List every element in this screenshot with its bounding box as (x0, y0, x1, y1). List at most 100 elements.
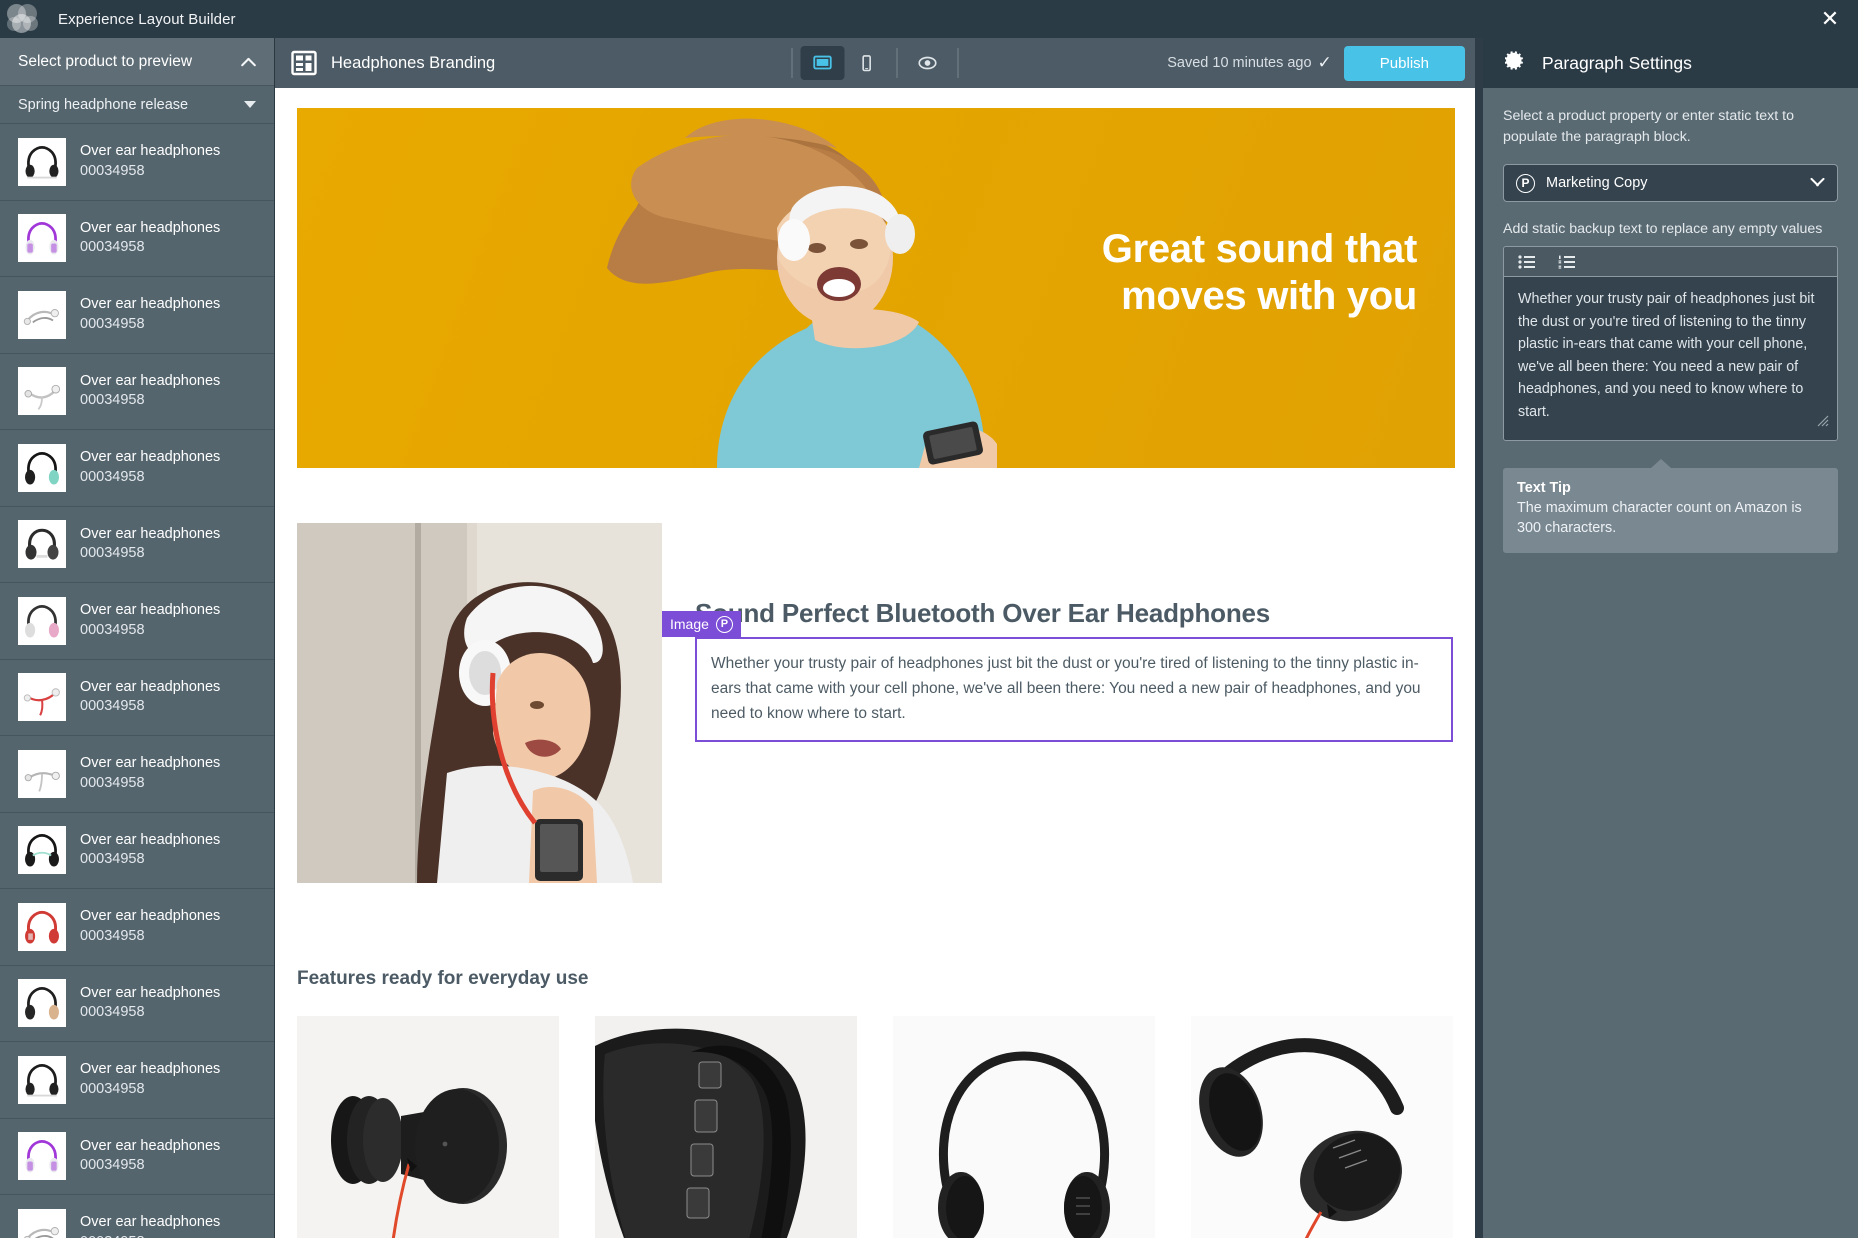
textarea-resize-handle[interactable] (1817, 414, 1829, 426)
text-tip-title: Text Tip (1517, 479, 1571, 496)
product-list-item[interactable]: Over ear headphones 00034958 (0, 736, 274, 813)
bulleted-list-icon[interactable] (1518, 254, 1536, 269)
product-list-item[interactable]: Over ear headphones 00034958 (0, 889, 274, 966)
panel-title: Paragraph Settings (1542, 52, 1692, 73)
product-sku: 00034958 (80, 1233, 220, 1238)
product-property-value: Marketing Copy (1546, 175, 1648, 192)
product-thumbnail-over-ear-tan (18, 979, 66, 1028)
product-text: Over ear headphones 00034958 (80, 831, 220, 870)
product-thumbnail-earbuds-grey (18, 749, 66, 798)
product-sku: 00034958 (80, 927, 145, 944)
hero-headline-line2: moves with you (1121, 274, 1417, 319)
mid-section: Sound Perfect Bluetooth Over Ear Headpho… (297, 523, 1453, 883)
product-list-item[interactable]: Over ear headphones 00034958 (0, 430, 274, 507)
product-list-item[interactable]: Over ear headphones 00034958 (0, 583, 274, 660)
feature-image-1[interactable] (297, 1016, 559, 1238)
desktop-icon[interactable] (800, 46, 845, 80)
select-product-to-preview-header[interactable]: Select product to preview (0, 38, 274, 86)
sidebar-header-label: Select product to preview (18, 52, 193, 70)
divider (957, 48, 959, 78)
product-thumbnail-earbuds-white (18, 1208, 66, 1238)
check-icon: ✓ (1317, 53, 1332, 72)
text-tip-tooltip: Text Tip The maximum character count on … (1503, 458, 1838, 554)
product-name: Over ear headphones (80, 755, 221, 772)
mid-section-image[interactable] (297, 523, 662, 883)
product-name: Over ear headphones (80, 602, 221, 619)
product-sku: 00034958 (80, 851, 145, 868)
features-heading: Features ready for everyday use (297, 968, 589, 989)
product-list-item[interactable]: Over ear headphones 00034958 (0, 201, 274, 277)
close-icon[interactable]: ✕ (1802, 0, 1858, 38)
selected-paragraph-block[interactable]: Whether your trusty pair of headphones j… (695, 637, 1453, 743)
product-list-item[interactable]: Over ear headphones 00034958 (0, 1042, 274, 1119)
product-list-item[interactable]: Over ear headphones 00034958 (0, 1195, 274, 1238)
panel-header: Paragraph Settings (1483, 38, 1858, 88)
product-sku: 00034958 (80, 1080, 145, 1097)
chevron-down-icon (1809, 178, 1825, 188)
product-text: Over ear headphones 00034958 (80, 372, 220, 411)
product-thumbnail-over-ear-teal (18, 443, 66, 492)
product-list-item[interactable]: Over ear headphones 00034958 (0, 124, 274, 201)
backup-text-textarea[interactable]: Whether your trusty pair of headphones j… (1504, 277, 1837, 440)
product-thumbnail-over-ear-purple (18, 214, 66, 263)
gear-icon (1504, 50, 1526, 76)
flower-logo-icon (0, 0, 48, 38)
viewport-toggle-group (784, 38, 967, 88)
product-list-item[interactable]: Over ear headphones 00034958 (0, 354, 274, 430)
features-image-row (297, 1016, 1453, 1238)
product-list-item[interactable]: Over ear headphones 00034958 (0, 277, 274, 354)
experience-layout-builder-window: Experience Layout Builder ✕ Select produ… (0, 0, 1858, 1238)
feature-image-4[interactable] (1191, 1016, 1453, 1238)
feature-image-3[interactable] (893, 1016, 1155, 1238)
product-list-item[interactable]: Over ear headphones 00034958 (0, 813, 274, 889)
product-name: Over ear headphones (80, 525, 221, 542)
product-text: Over ear headphones 00034958 (80, 295, 220, 334)
saved-status-text: Saved 10 minutes ago (1167, 55, 1312, 71)
product-text: Over ear headphones 00034958 (80, 142, 220, 181)
product-name: Over ear headphones (80, 143, 221, 160)
product-sku: 00034958 (80, 698, 145, 715)
product-text: Over ear headphones 00034958 (80, 907, 220, 946)
eye-icon[interactable] (906, 46, 950, 80)
canvas-column: Headphones Branding Saved 10 minutes ago… (275, 38, 1475, 1238)
product-list-item[interactable]: Over ear headphones 00034958 (0, 1119, 274, 1195)
product-sku: 00034958 (80, 774, 145, 791)
backup-text-editor: Whether your trusty pair of headphones j… (1503, 246, 1838, 441)
product-text: Over ear headphones 00034958 (80, 754, 220, 793)
product-name: Over ear headphones (80, 908, 221, 925)
image-block-badge[interactable]: Image P (662, 611, 741, 637)
mid-section-heading[interactable]: Sound Perfect Bluetooth Over Ear Headpho… (695, 598, 1453, 629)
product-list-item[interactable]: Over ear headphones 00034958 (0, 660, 274, 736)
product-sku: 00034958 (80, 621, 145, 638)
product-list-item[interactable]: Over ear headphones 00034958 (0, 966, 274, 1042)
product-thumbnail-over-ear-purple (18, 1132, 66, 1181)
text-tip-body: The maximum character count on Amazon is… (1517, 499, 1802, 537)
chevron-down-icon (244, 101, 256, 108)
product-thumbnail-over-ear-pink (18, 596, 66, 645)
feature-image-2[interactable] (595, 1016, 857, 1238)
mobile-icon[interactable] (845, 46, 889, 80)
numbered-list-icon[interactable] (1558, 255, 1576, 269)
backup-text-label: Add static backup text to replace any em… (1503, 221, 1823, 238)
save-status-area: Saved 10 minutes ago ✓ Publish (1167, 38, 1475, 88)
product-name: Over ear headphones (80, 372, 221, 389)
image-badge-label: Image (670, 616, 709, 632)
product-thumbnail-over-ear-red (18, 902, 66, 951)
product-property-select[interactable]: P Marketing Copy (1503, 164, 1838, 203)
product-sku: 00034958 (80, 1157, 145, 1174)
product-thumbnail-earbuds-silver (18, 367, 66, 416)
product-list[interactable]: Over ear headphones 00034958 Over ear head… (0, 124, 274, 1238)
product-text: Over ear headphones 00034958 (80, 1060, 220, 1099)
publish-button[interactable]: Publish (1343, 45, 1465, 81)
canvas-scroll-area[interactable]: Great sound that moves with you Sound Pe… (275, 88, 1475, 1238)
hero-banner[interactable]: Great sound that moves with you (297, 108, 1455, 468)
product-name: Over ear headphones (80, 984, 221, 1001)
product-name: Over ear headphones (80, 296, 221, 313)
product-text: Over ear headphones 00034958 (80, 1213, 220, 1238)
product-name: Over ear headphones (80, 219, 221, 236)
product-list-item[interactable]: Over ear headphones 00034958 (0, 507, 274, 583)
product-thumbnail-over-ear-black (18, 137, 66, 186)
product-name: Over ear headphones (80, 1061, 221, 1078)
product-release-select[interactable]: Spring headphone release (0, 86, 274, 124)
paragraph-settings-panel: Paragraph Settings Select a product prop… (1483, 38, 1858, 1238)
